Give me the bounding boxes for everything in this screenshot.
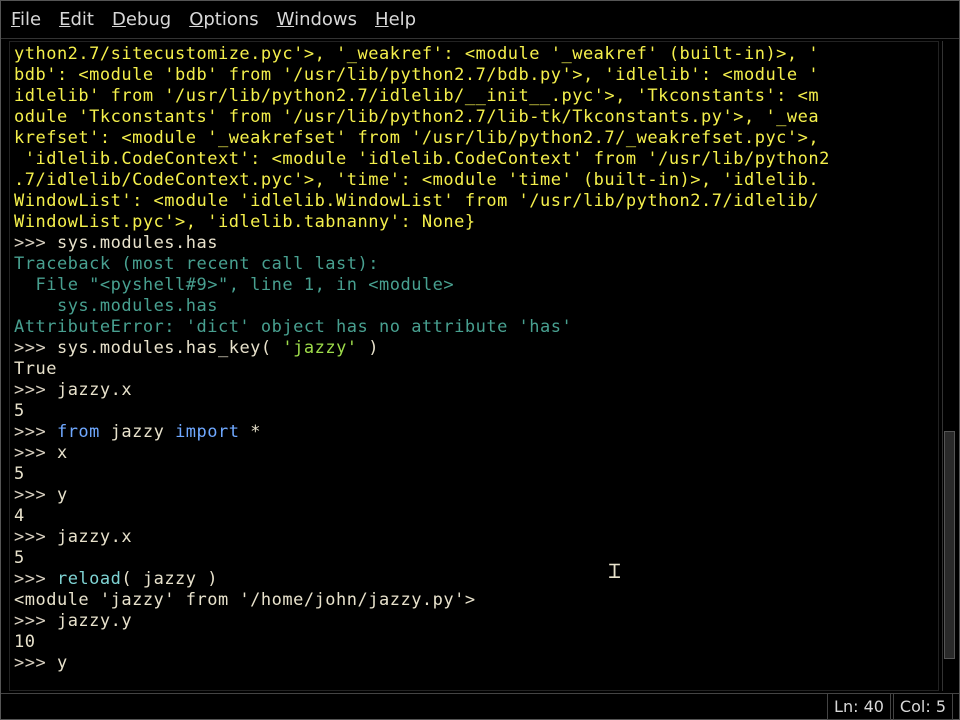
shell-prompt: >>>: [14, 527, 57, 547]
output-line: 'idlelib.CodeContext': <module 'idlelib.…: [14, 149, 830, 169]
shell-prompt: >>>: [14, 233, 57, 253]
shell-input: jazzy.x: [57, 527, 132, 547]
shell-prompt: >>>: [14, 422, 57, 442]
menu-windows[interactable]: Windows: [277, 9, 357, 30]
shell-input: sys.modules.has: [57, 233, 218, 253]
shell-input: sys.modules.has_key(: [57, 338, 282, 358]
shell-input: x: [57, 443, 68, 463]
status-line: Ln: 40: [827, 693, 891, 720]
keyword-from: from: [57, 422, 100, 442]
output-line: 4: [14, 506, 25, 526]
output-line: odule 'Tkconstants' from '/usr/lib/pytho…: [14, 107, 819, 127]
shell-prompt: >>>: [14, 611, 57, 631]
menu-edit[interactable]: Edit: [59, 9, 94, 30]
keyword-import: import: [175, 422, 239, 442]
shell-input: jazzy.x: [57, 380, 132, 400]
status-col: Col: 5: [893, 693, 953, 720]
menu-bar: File Edit Debug Options Windows Help: [1, 1, 959, 39]
menu-debug[interactable]: Debug: [112, 9, 171, 30]
vertical-scrollbar[interactable]: [942, 41, 956, 691]
output-line: 10: [14, 632, 35, 652]
shell-prompt: >>>: [14, 485, 57, 505]
output-line: .7/idlelib/CodeContext.pyc'>, 'time': <m…: [14, 170, 819, 190]
shell-prompt: >>>: [14, 569, 57, 589]
output-line: 5: [14, 401, 25, 421]
shell-prompt: >>>: [14, 443, 57, 463]
traceback-line: sys.modules.has: [14, 296, 218, 316]
shell-input: jazzy.y: [57, 611, 132, 631]
output-line: True: [14, 359, 57, 379]
output-line: WindowList': <module 'idlelib.WindowList…: [14, 191, 819, 211]
output-line: bdb': <module 'bdb' from '/usr/lib/pytho…: [14, 65, 819, 85]
output-line: ython2.7/sitecustomize.pyc'>, '_weakref'…: [14, 44, 819, 64]
menu-options[interactable]: Options: [189, 9, 258, 30]
output-line: idlelib' from '/usr/lib/python2.7/idleli…: [14, 86, 819, 106]
builtin-reload: reload: [57, 569, 121, 589]
scrollbar-thumb[interactable]: [944, 431, 955, 659]
menu-file[interactable]: File: [11, 9, 41, 30]
shell-prompt: >>>: [14, 338, 57, 358]
error-line: AttributeError: 'dict' object has no att…: [14, 317, 572, 337]
shell-prompt: >>>: [14, 380, 57, 400]
output-line: 5: [14, 464, 25, 484]
output-line: krefset': <module '_weakrefset' from '/u…: [14, 128, 819, 148]
menu-help[interactable]: Help: [375, 9, 416, 30]
python-shell-output[interactable]: ython2.7/sitecustomize.pyc'>, '_weakref'…: [9, 41, 939, 691]
status-bar: Ln: 40Col: 5: [1, 693, 959, 719]
shell-prompt: >>>: [14, 653, 57, 673]
traceback-line: File "<pyshell#9>", line 1, in <module>: [14, 275, 454, 295]
shell-input: y: [57, 485, 68, 505]
shell-input: y: [57, 653, 68, 673]
string-literal: 'jazzy': [282, 338, 357, 358]
output-line: <module 'jazzy' from '/home/john/jazzy.p…: [14, 590, 476, 610]
traceback-line: Traceback (most recent call last):: [14, 254, 379, 274]
output-line: WindowList.pyc'>, 'idlelib.tabnanny': No…: [14, 212, 476, 232]
output-line: 5: [14, 548, 25, 568]
